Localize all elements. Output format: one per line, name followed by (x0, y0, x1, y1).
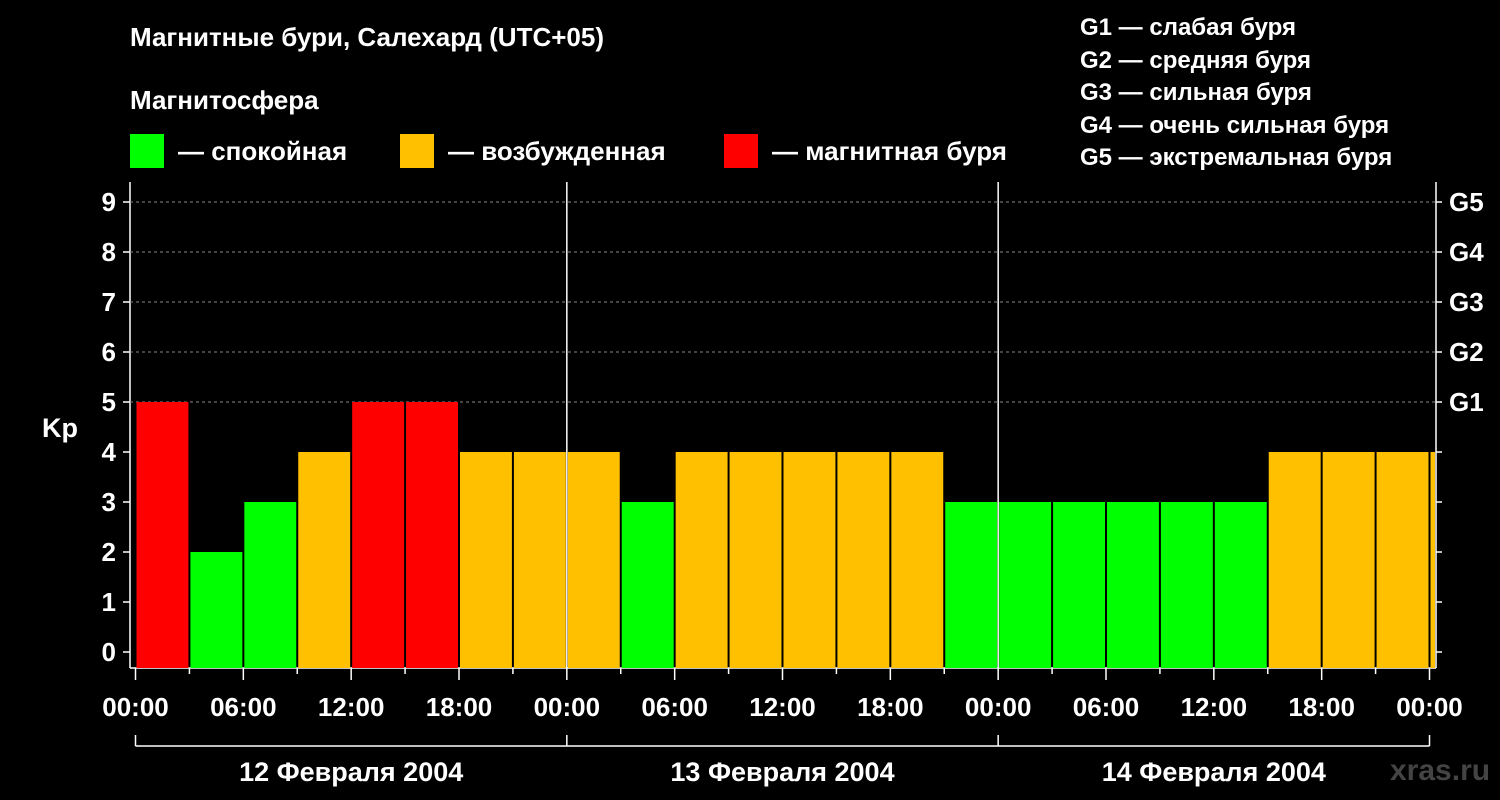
kp-bar (783, 452, 836, 668)
x-tick-label: 00:00 (534, 692, 601, 722)
kp-bar (190, 552, 243, 668)
x-tick-label: 00:00 (1396, 692, 1463, 722)
kp-bar (1268, 452, 1321, 668)
x-tick-label: 12:00 (749, 692, 816, 722)
kp-bar (945, 502, 998, 668)
y-tick-label: 7 (102, 287, 116, 317)
kp-bar (352, 402, 405, 668)
day-label: 13 Февраля 2004 (670, 757, 894, 787)
y-tick-label: 1 (102, 587, 116, 617)
site-credit: xras.ru (1390, 754, 1491, 787)
kp-bar (999, 502, 1052, 668)
kp-bar (406, 402, 458, 668)
kp-bar (1430, 452, 1435, 668)
kp-bar (136, 402, 189, 668)
x-tick-label: 12:00 (1181, 692, 1248, 722)
kp-bar (1053, 502, 1105, 668)
kp-bar (244, 502, 297, 668)
day-label: 12 Февраля 2004 (239, 757, 463, 787)
kp-bar (1160, 502, 1213, 668)
x-tick-label: 18:00 (857, 692, 924, 722)
kp-bar (1214, 502, 1267, 668)
y-tick-label: 9 (102, 187, 116, 217)
kp-bar (675, 452, 728, 668)
day-label: 14 Февраля 2004 (1102, 757, 1326, 787)
kp-bar (891, 452, 944, 668)
kp-bar (298, 452, 351, 668)
kp-bar (1322, 452, 1375, 668)
kp-bar (460, 452, 512, 668)
kp-bar (513, 452, 566, 668)
y-tick-label: 2 (102, 537, 116, 567)
y-tick-label: 8 (102, 237, 116, 267)
kp-bar (837, 452, 890, 668)
x-tick-label: 18:00 (426, 692, 493, 722)
kp-bar (729, 452, 782, 668)
x-tick-label: 18:00 (1288, 692, 1355, 722)
g-level-label: G1 (1449, 387, 1484, 417)
x-tick-label: 12:00 (318, 692, 385, 722)
x-tick-label: 00:00 (102, 692, 169, 722)
y-tick-label: 4 (102, 437, 117, 467)
y-tick-label: 3 (102, 487, 116, 517)
y-tick-label: 0 (102, 637, 116, 667)
x-tick-label: 06:00 (641, 692, 708, 722)
kp-bar (1376, 452, 1429, 668)
x-tick-label: 00:00 (965, 692, 1032, 722)
kp-bar (621, 502, 674, 668)
g-level-label: G5 (1449, 187, 1484, 217)
y-axis-title: Kp (42, 413, 78, 443)
kp-bar-chart: 0 1 2 3 4 5 6 7 8 9 G1 G2 G3 G4 G5 Kp 00:00 06:00 12:00 18:… (42, 182, 1484, 787)
g-level-label: G4 (1449, 237, 1484, 267)
g-level-label: G2 (1449, 337, 1484, 367)
y-tick-label: 5 (102, 387, 116, 417)
kp-bar (567, 452, 620, 668)
x-tick-label: 06:00 (1073, 692, 1140, 722)
g-level-label: G3 (1449, 287, 1484, 317)
y-tick-label: 6 (102, 337, 116, 367)
x-tick-label: 06:00 (210, 692, 277, 722)
kp-bar (1107, 502, 1159, 668)
